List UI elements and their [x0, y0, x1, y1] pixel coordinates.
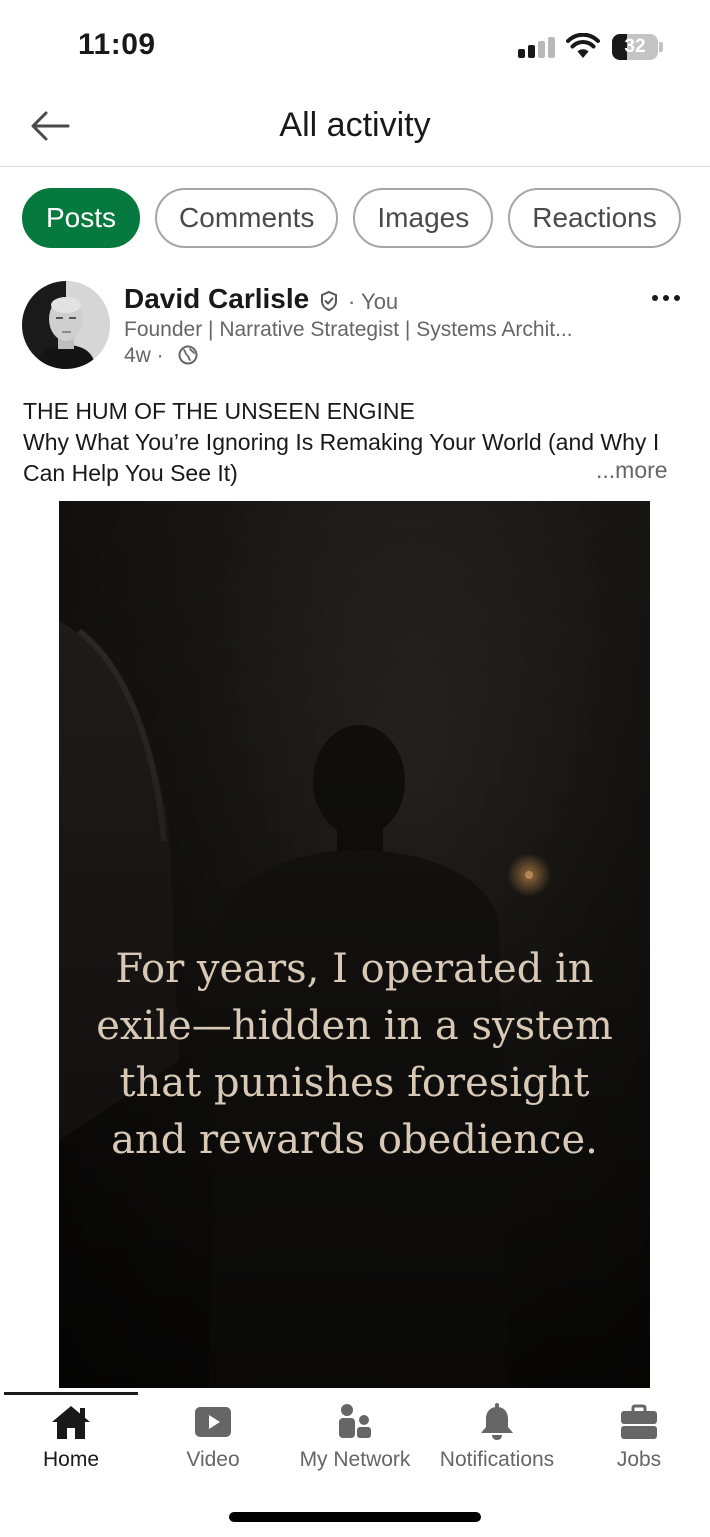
status-time: 11:09: [78, 28, 156, 61]
nav-notifications[interactable]: Notifications: [426, 1396, 568, 1486]
more-options-icon[interactable]: [648, 286, 684, 310]
nav-jobs[interactable]: Jobs: [568, 1396, 710, 1486]
bell-icon: [481, 1403, 513, 1440]
tab-comments[interactable]: Comments: [155, 188, 339, 248]
nav-video[interactable]: Video: [142, 1396, 284, 1486]
tab-posts[interactable]: Posts: [22, 188, 141, 248]
battery-icon: 32: [612, 34, 658, 60]
nav-my-network-label: My Network: [299, 1448, 411, 1471]
author-headline: Founder | Narrative Strategist | Systems…: [124, 318, 573, 341]
post-body: Why What You’re Ignoring Is Remaking You…: [23, 429, 660, 486]
battery-tip: [659, 42, 663, 52]
post-title: THE HUM OF THE UNSEEN ENGINE: [23, 398, 415, 424]
nav-my-network[interactable]: My Network: [284, 1396, 426, 1486]
page-title: All activity: [279, 106, 431, 144]
activity-filter-tabs: Posts Comments Images Reactions: [22, 188, 681, 252]
post-image[interactable]: For years, I operated in exile—hidden in…: [59, 501, 650, 1388]
briefcase-icon: [621, 1404, 657, 1439]
cellular-signal-icon: [518, 36, 556, 58]
page-header: All activity: [0, 90, 710, 167]
nav-video-label: Video: [186, 1448, 240, 1471]
nav-notifications-label: Notifications: [439, 1448, 555, 1471]
nav-home-label: Home: [42, 1448, 100, 1471]
see-more-link[interactable]: ...more: [596, 457, 668, 484]
status-bar: 11:09 32: [0, 0, 710, 90]
verified-shield-icon: [321, 290, 337, 312]
battery-percentage: 32: [624, 36, 646, 57]
tab-images[interactable]: Images: [353, 188, 494, 248]
wifi-icon: [566, 33, 600, 58]
post-text: THE HUM OF THE UNSEEN ENGINE Why What Yo…: [23, 396, 683, 489]
author-avatar[interactable]: [22, 281, 110, 369]
nav-home[interactable]: Home: [0, 1396, 142, 1486]
author-name[interactable]: David Carlisle: [124, 283, 309, 315]
image-quote: For years, I operated in exile—hidden in…: [96, 946, 613, 1163]
video-icon: [195, 1407, 231, 1437]
tab-reactions[interactable]: Reactions: [508, 188, 681, 248]
home-icon: [52, 1406, 90, 1439]
globe-icon: [178, 345, 198, 365]
active-tab-indicator: [4, 1392, 138, 1395]
you-label: · You: [348, 289, 399, 314]
network-icon: [339, 1404, 371, 1438]
nav-jobs-label: Jobs: [616, 1448, 662, 1471]
home-indicator[interactable]: [229, 1512, 481, 1522]
post-age: 4w ·: [124, 344, 164, 367]
bottom-nav: Home Video My Network Notifications Jobs: [0, 1396, 710, 1486]
